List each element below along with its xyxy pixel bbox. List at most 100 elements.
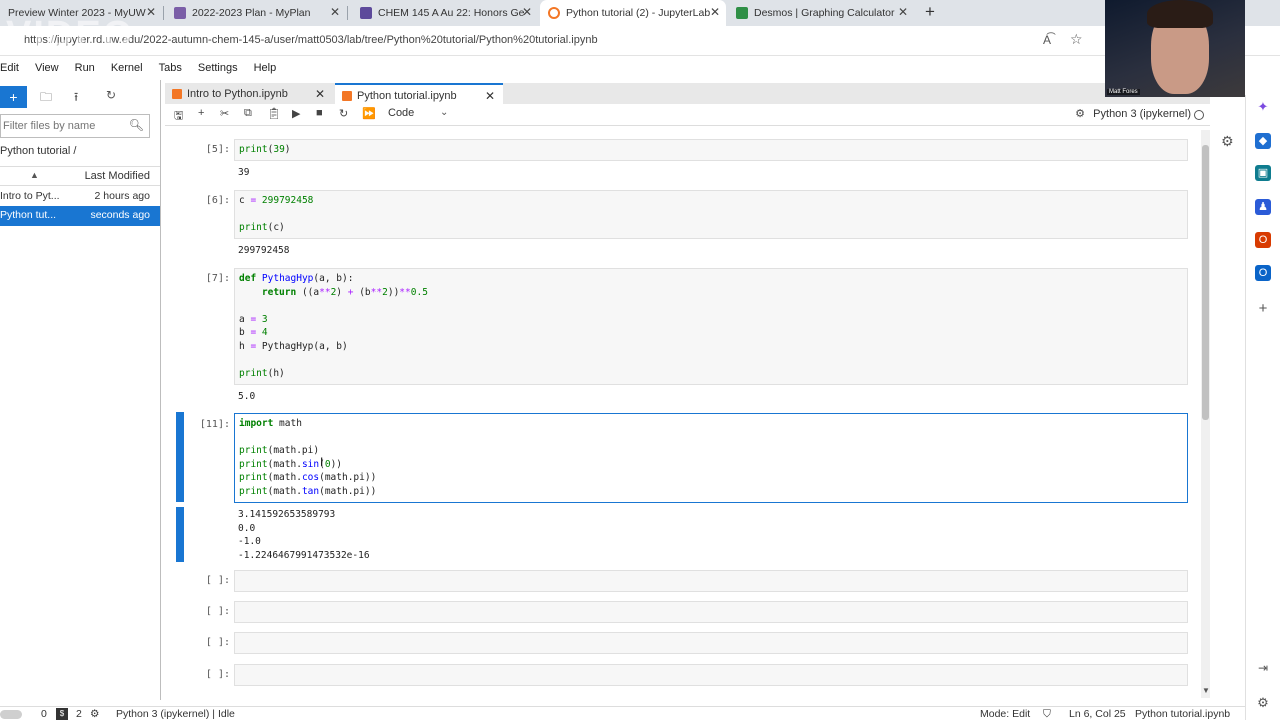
close-tab-icon[interactable]: ✕	[710, 5, 720, 19]
empty-cell[interactable]: [ ]:	[176, 570, 1188, 594]
notebook-cell[interactable]: [5]: print(39) 39	[176, 139, 1188, 183]
cell-input[interactable]	[234, 664, 1188, 686]
debugger-icon[interactable]: ⚙	[1075, 107, 1085, 120]
insert-cell-icon[interactable]: +	[198, 107, 204, 119]
cell-input[interactable]	[234, 632, 1188, 654]
cell-input[interactable]: c = 299792458 print(c)	[234, 190, 1188, 239]
menu-kernel[interactable]: Kernel	[111, 62, 143, 74]
menu-edit[interactable]: Edit	[0, 62, 19, 74]
upload-icon[interactable]: ⭱	[74, 88, 78, 109]
empty-cell[interactable]: [ ]:	[176, 632, 1188, 656]
notebook-cell[interactable]: [7]: def PythagHyp(a, b): return ((a**2)…	[176, 268, 1188, 404]
cell-type-select[interactable]: Code	[388, 107, 414, 119]
code-editor[interactable]: import math print(math.pi) print(math.si…	[239, 417, 1183, 498]
cell-input[interactable]: import math print(math.pi) print(math.si…	[234, 413, 1188, 503]
jupyter-menu-bar: Edit View Run Kernel Tabs Settings Help	[0, 57, 1105, 79]
restart-kernel-icon[interactable]: ↻	[339, 107, 348, 120]
close-tab-icon[interactable]: ✕	[330, 5, 340, 19]
file-filter-input[interactable]	[1, 115, 126, 137]
file-list-item[interactable]: Python tut... seconds ago	[0, 206, 160, 226]
favorite-star-icon[interactable]: ☆	[1070, 31, 1083, 48]
scroll-down-arrow-icon[interactable]: ▼	[1202, 686, 1210, 695]
new-launcher-button[interactable]: +	[0, 86, 27, 108]
browser-tab-title: Preview Winter 2023 - MyUW	[8, 7, 146, 19]
cell-input[interactable]: print(39)	[234, 139, 1188, 161]
notebook-cell[interactable]: [6]: c = 299792458 print(c) 299792458	[176, 190, 1188, 262]
cursor-position[interactable]: Ln 6, Col 25	[1069, 708, 1126, 720]
notebook-icon	[342, 91, 352, 101]
cell-input[interactable]	[234, 570, 1188, 592]
tab-label: Python tutorial.ipynb	[357, 90, 457, 102]
kernel-name[interactable]: Python 3 (ipykernel)	[1093, 108, 1191, 120]
property-inspector-gear-icon[interactable]: ⚙	[1221, 133, 1234, 150]
simple-mode-toggle[interactable]	[0, 710, 22, 719]
restart-run-all-icon[interactable]: ⏩	[362, 107, 376, 120]
menu-settings[interactable]: Settings	[198, 62, 238, 74]
tab-intro-to-python[interactable]: Intro to Python.ipynb ✕	[165, 83, 333, 105]
stop-icon[interactable]: ■	[316, 107, 323, 119]
browser-tab-chem145[interactable]: CHEM 145 A Au 22: Honors Gen ✕	[352, 0, 538, 26]
menu-view[interactable]: View	[35, 62, 59, 74]
code-editor[interactable]: print(39)	[239, 143, 1183, 157]
terminal-icon: $	[56, 708, 68, 720]
copy-icon[interactable]: ⧉	[244, 107, 252, 120]
new-folder-icon[interactable]: 🗀	[40, 88, 52, 109]
shopping-tag-icon[interactable]: ◆	[1255, 133, 1271, 149]
cell-prompt: [ ]:	[205, 575, 230, 586]
menu-tabs[interactable]: Tabs	[159, 62, 182, 74]
tab-separator	[347, 6, 348, 20]
close-tab-icon[interactable]: ✕	[146, 5, 156, 19]
hide-sidebar-icon[interactable]: ⇥	[1255, 660, 1271, 676]
save-icon[interactable]: 🖫︎	[174, 107, 183, 126]
kernel-state[interactable]: Python 3 (ipykernel) | Idle	[116, 708, 235, 720]
shield-check-icon[interactable]: ⛉	[1043, 708, 1051, 720]
browser-tab-jupyterlab[interactable]: Python tutorial (2) - JupyterLab ✕	[540, 0, 726, 26]
close-tab-icon[interactable]: ✕	[898, 5, 908, 19]
cell-prompt: [ ]:	[205, 669, 230, 680]
code-editor[interactable]: def PythagHyp(a, b): return ((a**2) + (b…	[239, 272, 1183, 380]
tab-label: Intro to Python.ipynb	[187, 88, 288, 100]
scrollbar-thumb[interactable]	[1202, 145, 1209, 420]
close-icon[interactable]: ✕	[315, 83, 325, 105]
read-aloud-icon[interactable]: A͡	[1043, 33, 1051, 47]
copilot-sparkle-icon[interactable]: ✦	[1255, 99, 1271, 115]
empty-cell[interactable]: [ ]:	[176, 664, 1188, 688]
browser-tab-myuw[interactable]: Preview Winter 2023 - MyUW ✕	[0, 0, 162, 26]
cell-input[interactable]: def PythagHyp(a, b): return ((a**2) + (b…	[234, 268, 1188, 385]
file-list-item[interactable]: Intro to Pyt... 2 hours ago	[0, 187, 160, 207]
cut-icon[interactable]: ✂	[220, 107, 229, 120]
refresh-icon[interactable]: ↻	[106, 88, 116, 102]
kernel-count[interactable]: 2	[76, 708, 82, 720]
games-icon[interactable]: ♟	[1255, 199, 1271, 215]
cell-prompt: [7]:	[205, 273, 230, 284]
tools-icon[interactable]: ▣	[1255, 165, 1271, 181]
code-editor[interactable]: c = 299792458 print(c)	[239, 194, 1183, 235]
cell-prompt: [6]:	[205, 195, 230, 206]
outlook-icon[interactable]: O	[1255, 265, 1271, 281]
sidebar-settings-gear-icon[interactable]: ⚙	[1255, 695, 1271, 711]
file-name: Python tut...	[0, 209, 57, 221]
cell-prompt: [5]:	[205, 144, 230, 155]
browser-tab-myplan[interactable]: 2022-2023 Plan - MyPlan ✕	[166, 0, 346, 26]
office-icon[interactable]: O	[1255, 232, 1271, 248]
run-icon[interactable]: ▶	[292, 107, 300, 120]
terminal-count[interactable]: 0	[41, 708, 47, 720]
menu-help[interactable]: Help	[254, 62, 277, 74]
notebook-cell-active[interactable]: [11]: import math print(math.pi) print(m…	[176, 413, 1188, 563]
search-icon[interactable]: 🔍︎	[129, 118, 144, 132]
empty-cell[interactable]: [ ]:	[176, 601, 1188, 625]
url-field[interactable]: https://jupyter.rd.uw.edu/2022-autumn-ch…	[24, 34, 598, 46]
menu-run[interactable]: Run	[75, 62, 95, 74]
breadcrumb[interactable]: Python tutorial /	[0, 145, 76, 157]
new-tab-icon[interactable]: +	[920, 2, 940, 22]
paste-icon[interactable]: 📋︎	[267, 107, 281, 120]
tab-python-tutorial[interactable]: Python tutorial.ipynb ✕	[335, 83, 503, 106]
chevron-down-icon[interactable]: ⌄	[440, 107, 448, 118]
browser-tab-desmos[interactable]: Desmos | Graphing Calculator ✕	[728, 0, 914, 26]
add-sidebar-app-icon[interactable]: +	[1255, 301, 1271, 317]
sort-ascending-icon[interactable]: ▲	[30, 170, 39, 180]
text-cursor-icon: I	[320, 455, 324, 469]
close-tab-icon[interactable]: ✕	[522, 5, 532, 19]
cell-input[interactable]	[234, 601, 1188, 623]
last-modified-column-header[interactable]: Last Modified	[85, 170, 150, 182]
